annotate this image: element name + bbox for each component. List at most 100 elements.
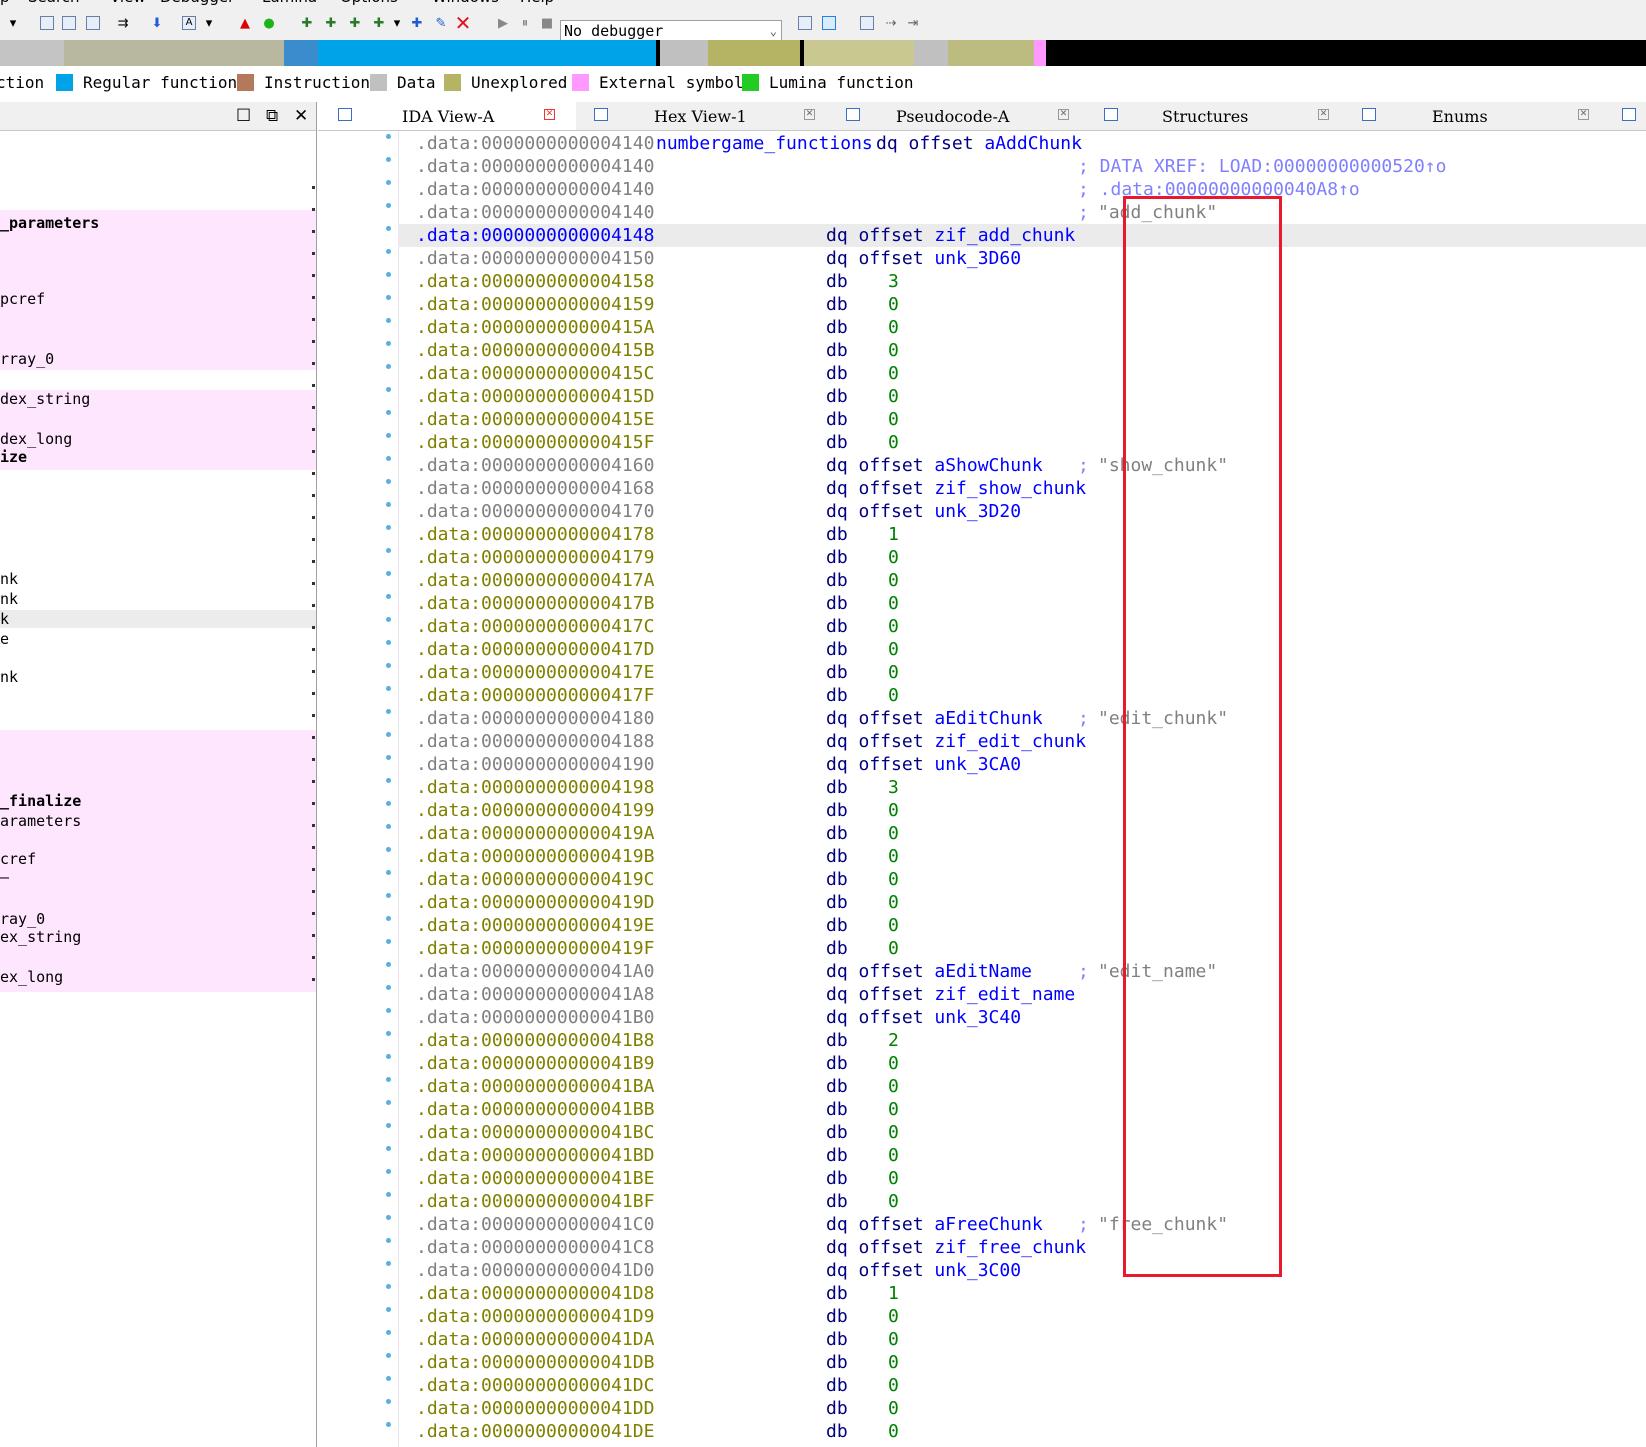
operand[interactable]: db [826,1282,848,1305]
add-icon[interactable]: ✚ [298,14,316,32]
function-list-item[interactable]: ex_long [0,968,63,986]
function-list-item[interactable]: _finalize [0,792,81,810]
function-list-item[interactable]: nk [0,590,18,608]
function-list-item[interactable]: ex_string [0,928,81,946]
listing-row[interactable]: .data:000000000000417D db 0 [398,638,1646,661]
listing-row[interactable]: .data:00000000000041BC db 0 [398,1121,1646,1144]
listing-row[interactable]: .data:000000000000417E db 0 [398,661,1646,684]
operand[interactable]: db [826,776,848,799]
dropdown-icon[interactable]: ▾ [388,14,406,32]
listing-row[interactable]: .data:000000000000417F db 0 [398,684,1646,707]
menu-item[interactable]: View [110,0,146,6]
close-icon[interactable]: ✕ [1058,109,1069,120]
operand[interactable]: db [826,316,848,339]
add-icon[interactable]: ✚ [346,14,364,32]
close-icon[interactable]: ✕ [804,109,815,120]
play-icon[interactable]: ▶ [494,14,512,32]
operand[interactable]: db [826,1374,848,1397]
listing-row[interactable]: .data:0000000000004199 db 0 [398,799,1646,822]
graph-icon[interactable] [858,14,876,32]
operand[interactable]: db [826,1121,848,1144]
debugger-select[interactable]: No debugger ⌄ [560,20,782,42]
listing-row[interactable]: .data:0000000000004180 dq offset aEditChu… [398,707,1646,730]
edit-icon[interactable]: ✎ [432,14,450,32]
function-list-item[interactable]: rray_0 [0,350,54,368]
jump-icon[interactable] [38,14,56,32]
operand[interactable]: dq offset aFreeChunk [826,1213,1043,1236]
listing-row[interactable]: .data:00000000000041DA db 0 [398,1328,1646,1351]
listing-row[interactable]: .data:0000000000004188 dq offset zif_edit… [398,730,1646,753]
listing-row[interactable]: .data:000000000000419A db 0 [398,822,1646,845]
close-icon[interactable]: ✕ [1318,109,1329,120]
operand[interactable]: db [826,822,848,845]
text-icon[interactable]: A [180,14,198,32]
listing-row[interactable]: .data:0000000000004168 dq offset zif_show… [398,477,1646,500]
listing-row[interactable]: .data:00000000000041B0 dq offset unk_3C40 [398,1006,1646,1029]
operand[interactable]: db [826,1098,848,1121]
listing-row[interactable]: .data:00000000000041BA db 0 [398,1075,1646,1098]
listing-row[interactable]: .data:000000000000415E db 0 [398,408,1646,431]
close-icon[interactable]: ✕ [544,109,555,120]
tab-structures[interactable]: Structures ✕ [1092,102,1350,130]
function-list-item[interactable]: pcref [0,290,45,308]
menu-item[interactable]: Debugger [160,0,234,6]
listing-row[interactable]: .data:0000000000004158 db 3 [398,270,1646,293]
tab-more[interactable] [1608,102,1646,130]
listing-row[interactable]: .data:000000000000415B db 0 [398,339,1646,362]
function-list-item[interactable]: k [0,610,9,628]
listing-row[interactable]: .data:00000000000041DE db 0 [398,1420,1646,1443]
listing-row[interactable]: .data:000000000000419E db 0 [398,914,1646,937]
chart-icon[interactable]: ▲ [236,14,254,32]
operand[interactable]: db [826,1351,848,1374]
listing-row[interactable]: .data:00000000000041D0 dq offset unk_3C00 [398,1259,1646,1282]
operand[interactable]: dq offset unk_3D20 [826,500,1021,523]
navigation-band[interactable] [0,40,1646,66]
menu-item[interactable]: Windows [432,0,499,6]
operand[interactable]: db [826,270,848,293]
operand[interactable]: db [826,339,848,362]
listing-row[interactable]: .data:0000000000004178 db 1 [398,523,1646,546]
operand[interactable]: dq offset unk_3D60 [826,247,1021,270]
operand[interactable]: dq offset zif_show_chunk [826,477,1086,500]
operand[interactable]: dq offset unk_3CA0 [826,753,1021,776]
listing-row[interactable]: .data:00000000000041D9 db 0 [398,1305,1646,1328]
jump-icon[interactable] [84,14,102,32]
menu-item[interactable]: Options [340,0,398,6]
function-list-item[interactable]: nk [0,570,18,588]
green-dot-icon[interactable]: ● [260,14,278,32]
listing-row[interactable]: .data:000000000000419B db 0 [398,845,1646,868]
jump-icon[interactable] [60,14,78,32]
menu-item[interactable]: p [0,0,10,6]
function-list-item[interactable]: cref [0,850,36,868]
operand[interactable]: db [826,1144,848,1167]
listing-row[interactable]: .data:000000000000417B db 0 [398,592,1646,615]
listing-row[interactable]: .data:00000000000041BF db 0 [398,1190,1646,1213]
tab-enums[interactable]: Enums ✕ [1350,102,1608,130]
listing-row[interactable]: .data:00000000000041C0 dq offset aFreeChu… [398,1213,1646,1236]
function-list-item[interactable]: nk [0,668,18,686]
listing-row[interactable]: .data:000000000000419F db 0 [398,937,1646,960]
listing-row[interactable]: .data:00000000000041BB db 0 [398,1098,1646,1121]
operand[interactable]: db [826,914,848,937]
listing-row[interactable]: .data:0000000000004148 dq offset zif_add_… [398,224,1646,247]
add-icon[interactable]: ✚ [322,14,340,32]
attach-icon[interactable] [796,14,814,32]
listing-row[interactable]: .data:00000000000041DB db 0 [398,1351,1646,1374]
operand[interactable]: db [826,1190,848,1213]
function-list-item[interactable]: arameters [0,812,81,830]
operand[interactable]: dq offset unk_3C40 [826,1006,1021,1029]
listing-row[interactable]: .data:0000000000004140; "add_chunk" [398,201,1646,224]
operand[interactable]: db [826,523,848,546]
operand[interactable]: db [826,569,848,592]
listing-row[interactable]: .data:0000000000004150 dq offset unk_3D60 [398,247,1646,270]
listing-row[interactable]: .data:000000000000419C db 0 [398,868,1646,891]
operand[interactable]: db [826,408,848,431]
listing-row[interactable]: .data:0000000000004140 ; .data:0000000000… [398,178,1646,201]
tab-pseudocode[interactable]: Pseudocode-A ✕ [834,102,1092,130]
function-list-item[interactable]: e [0,630,9,648]
function-list-item[interactable]: ize [0,448,27,466]
listing-row[interactable]: .data:00000000000041B8 db 2 [398,1029,1646,1052]
operand[interactable]: db [826,1328,848,1351]
operand[interactable]: dq offset zif_add_chunk [826,224,1075,247]
listing-row[interactable]: .data:0000000000004140 ; DATA XREF: LOAD:… [398,155,1646,178]
